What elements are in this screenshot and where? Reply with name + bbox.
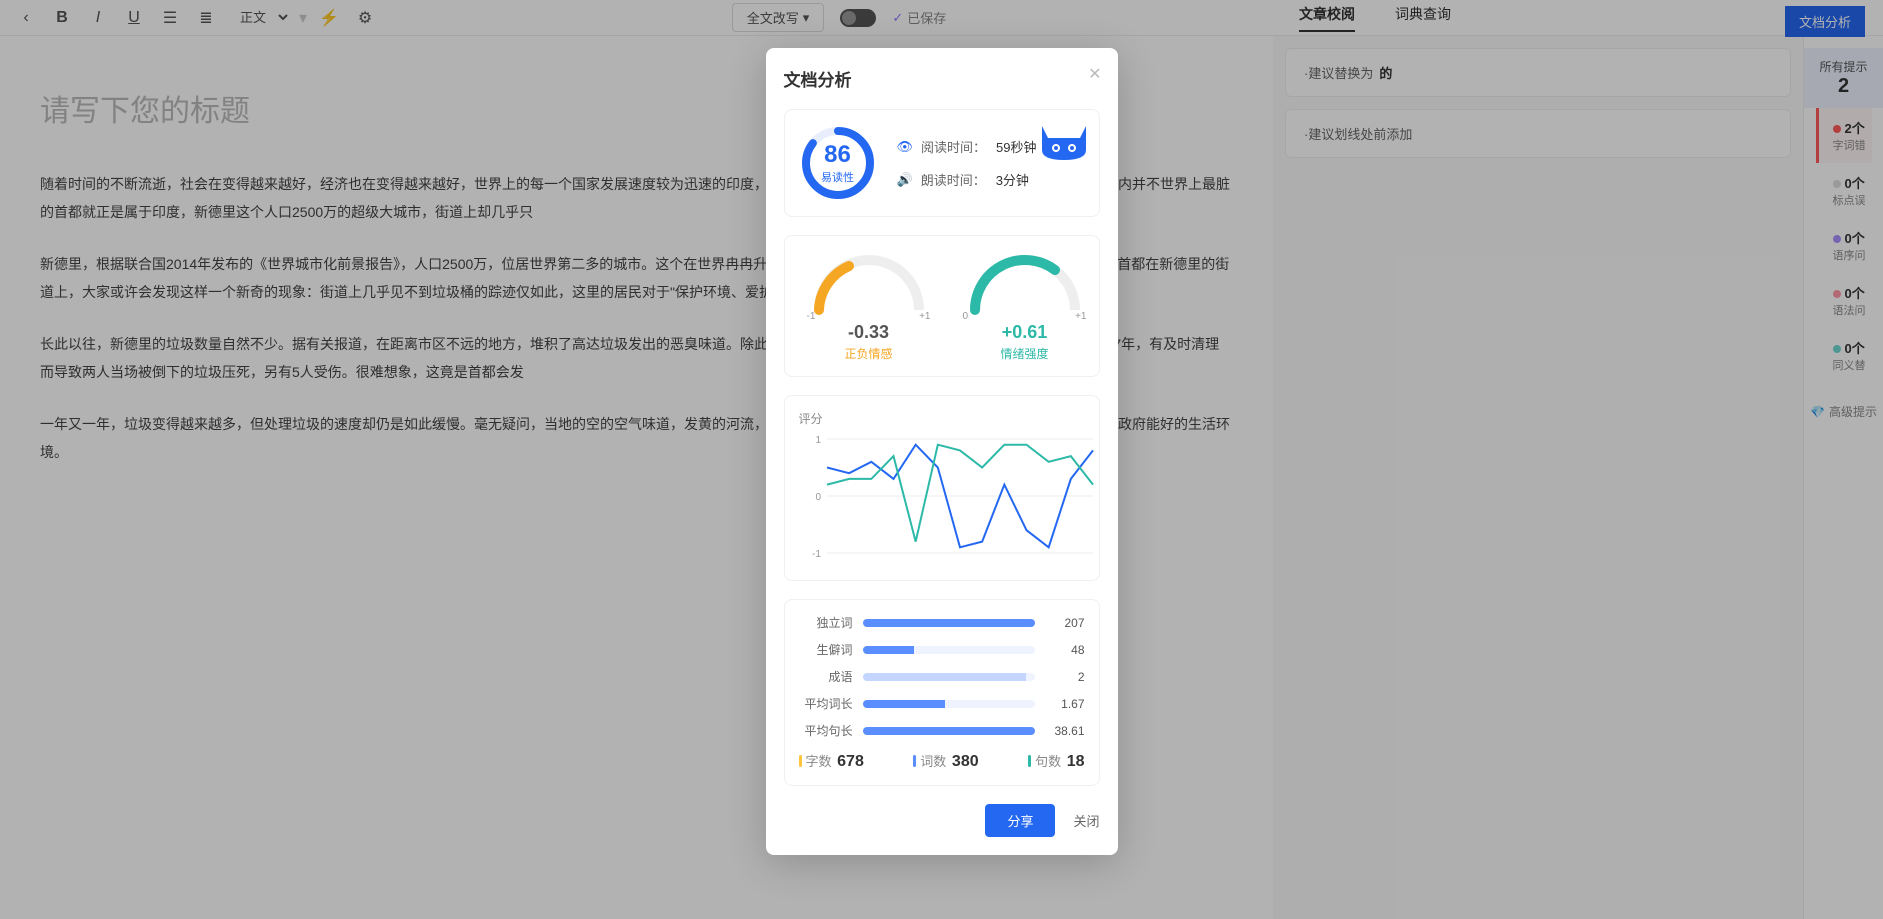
modal-title: 文档分析: [784, 66, 1100, 91]
stat-bar: 成语2: [799, 668, 1085, 685]
stat-bar: 平均词长1.67: [799, 695, 1085, 712]
modal-overlay: 文档分析 ✕ 86易读性 👁阅读时间：59秒钟 🔊朗读时间：3分钟: [0, 0, 1883, 919]
close-button[interactable]: 关闭: [1073, 811, 1099, 830]
eye-icon: 👁: [897, 139, 914, 155]
stat-bar: 生僻词48: [799, 641, 1085, 658]
intensity-gauge: [955, 250, 1095, 320]
close-icon[interactable]: ✕: [1088, 64, 1101, 84]
cat-logo: [1034, 118, 1094, 162]
sentiment-gauge: [799, 250, 939, 320]
svg-text:1: 1: [815, 435, 821, 446]
svg-text:-1: -1: [812, 549, 821, 560]
rating-chart: -1 0 1: [799, 431, 1099, 561]
analysis-modal: 文档分析 ✕ 86易读性 👁阅读时间：59秒钟 🔊朗读时间：3分钟: [766, 48, 1118, 855]
stat-bar: 独立词207: [799, 614, 1085, 631]
rating-chart-card: 评分 -101: [784, 395, 1100, 581]
stats-card: 独立词207生僻词48成语2平均词长1.67平均句长38.61 字数 678 词…: [784, 599, 1100, 786]
share-button[interactable]: 分享: [985, 804, 1055, 837]
sentiment-card: -1+1 -0.33 正负情感 0+1 +0.61 情绪强度: [784, 235, 1100, 377]
svg-text:0: 0: [815, 492, 821, 503]
sound-icon: 🔊: [897, 172, 913, 188]
stat-bar: 平均句长38.61: [799, 722, 1085, 739]
